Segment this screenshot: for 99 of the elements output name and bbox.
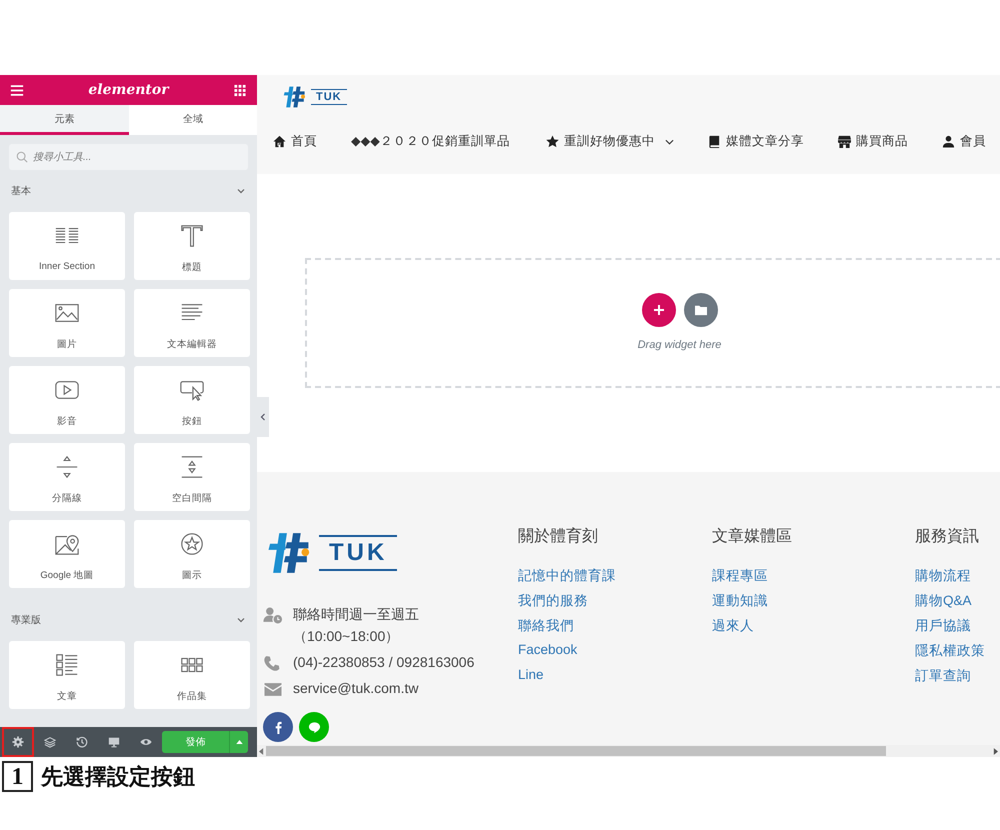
step-caption: 先選擇設定按鈕 (41, 762, 195, 790)
footer-link[interactable]: 運動知識 (712, 592, 915, 617)
widget-label: 文章 (57, 690, 77, 703)
footer-heading: 服務資訊 (915, 526, 980, 547)
drop-zone-hint: Drag widget here (638, 339, 722, 351)
nav-link[interactable]: ◆◆◆２０２０促銷重訓單品 (351, 133, 510, 150)
nav-link[interactable]: 會員 (942, 133, 986, 150)
step-number: 1 (2, 761, 33, 792)
widget-card[interactable]: 分隔線 (9, 443, 125, 511)
widget-card[interactable]: 按鈕 (134, 366, 250, 434)
logo-text[interactable]: TUK (311, 89, 347, 105)
contact-text: 聯絡時間週一至週五 (293, 606, 419, 624)
home-icon (273, 135, 286, 148)
user-clock-icon (263, 607, 283, 624)
contact-text: service@tuk.com.tw (293, 680, 418, 696)
store-icon (838, 135, 851, 148)
widget-label: Inner Section (39, 261, 95, 272)
widget-card[interactable]: 影音 (9, 366, 125, 434)
apps-grid-icon[interactable] (233, 84, 247, 96)
widget-label: Google 地圖 (40, 569, 94, 582)
widget-label: 分隔線 (52, 492, 82, 505)
facebook-button[interactable] (263, 712, 293, 742)
footer-heading: 文章媒體區 (712, 526, 793, 547)
widget-card[interactable]: 標題 (134, 212, 250, 280)
chevron-icon[interactable] (236, 186, 246, 196)
nav-link[interactable]: 重訓好物優惠中 (546, 133, 674, 150)
widget-label: 文本編輯器 (167, 338, 217, 351)
caret-icon (236, 740, 242, 744)
nav-link[interactable]: 購買商品 (838, 133, 908, 150)
footer-link[interactable]: 購物流程 (915, 567, 1000, 592)
footer-link[interactable]: 課程專區 (712, 567, 915, 592)
envelope-icon (263, 681, 283, 698)
chevron-icon[interactable] (236, 615, 246, 625)
book-icon (708, 135, 721, 148)
settings-icon (12, 736, 24, 748)
widget-card[interactable]: 作品集 (134, 641, 250, 709)
plus-icon (652, 304, 664, 316)
footer-link[interactable]: 聯絡我們 (518, 617, 712, 642)
widget-icon (179, 223, 205, 249)
contact-text: (04)-22380853 / 0928163006 (293, 654, 474, 670)
settings-button[interactable] (2, 727, 34, 757)
footer-link[interactable]: 記憶中的體育課 (518, 567, 712, 592)
footer-link[interactable]: 訂單查詢 (915, 667, 1000, 692)
search-icon (16, 151, 28, 163)
panel-tab[interactable]: 元素 (0, 105, 128, 135)
footer-link[interactable]: Line (518, 667, 712, 692)
eye-icon (140, 736, 152, 748)
footer-link[interactable]: 購物Q&A (915, 592, 1000, 617)
widget-card[interactable]: 文本編輯器 (134, 289, 250, 357)
search-field[interactable]: 搜尋小工具... (9, 144, 248, 170)
widget-label: 影音 (57, 415, 77, 428)
line-button[interactable] (299, 712, 329, 742)
elementor-logo: elementor (88, 82, 169, 98)
scrollbar-thumb[interactable] (266, 746, 886, 756)
scroll-left-icon[interactable] (259, 748, 264, 754)
monitor-icon (108, 736, 120, 748)
history-icon (76, 736, 88, 748)
user-icon (942, 135, 955, 148)
category-title: 基本 (11, 184, 31, 198)
publish-options-button[interactable] (229, 731, 248, 753)
footer-heading: 關於體育刻 (518, 526, 599, 547)
widget-label: 作品集 (177, 690, 207, 703)
nav-link[interactable]: 媒體文章分享 (708, 133, 804, 150)
widget-label: 按鈕 (182, 415, 202, 428)
folder-icon (694, 304, 706, 316)
widget-icon (54, 652, 80, 678)
footer-link[interactable]: 用戶協議 (915, 617, 1000, 642)
widget-card[interactable]: Inner Section (9, 212, 125, 280)
widget-label: 圖片 (57, 338, 77, 351)
widget-card[interactable]: 空白間隔 (134, 443, 250, 511)
logo-icon (283, 85, 307, 109)
nav-link[interactable]: 首頁 (273, 133, 317, 150)
footer-link[interactable]: Facebook (518, 642, 712, 667)
footer-link[interactable]: 過來人 (712, 617, 915, 642)
chevron-left-icon (260, 413, 266, 421)
layers-icon (44, 736, 56, 748)
chat-bubble-icon (308, 720, 320, 734)
widget-icon (179, 454, 205, 480)
category-title: 專業版 (11, 614, 41, 627)
footer-link[interactable]: 隱私權政策 (915, 642, 1000, 667)
widget-card[interactable]: Google 地圖 (9, 520, 125, 588)
widget-label: 空白間隔 (172, 492, 212, 505)
star-icon (546, 135, 559, 148)
footer-link[interactable]: 我們的服務 (518, 592, 712, 617)
widget-card[interactable]: 圖片 (9, 289, 125, 357)
add-section-button[interactable] (642, 293, 676, 327)
widget-label: 圖示 (182, 569, 202, 582)
logo-text: TUK (319, 535, 398, 571)
widget-icon (54, 454, 80, 480)
widget-label: 標題 (182, 261, 202, 274)
template-library-button[interactable] (684, 293, 718, 327)
horizontal-scrollbar[interactable] (257, 745, 1000, 757)
contact-text: （10:00~18:00） (293, 628, 400, 646)
widget-card[interactable]: 圖示 (134, 520, 250, 588)
menu-icon[interactable] (10, 84, 24, 96)
scroll-right-icon[interactable] (993, 748, 998, 754)
collapse-panel-handle[interactable] (257, 397, 269, 437)
widget-card[interactable]: 文章 (9, 641, 125, 709)
widget-icon (179, 531, 205, 557)
